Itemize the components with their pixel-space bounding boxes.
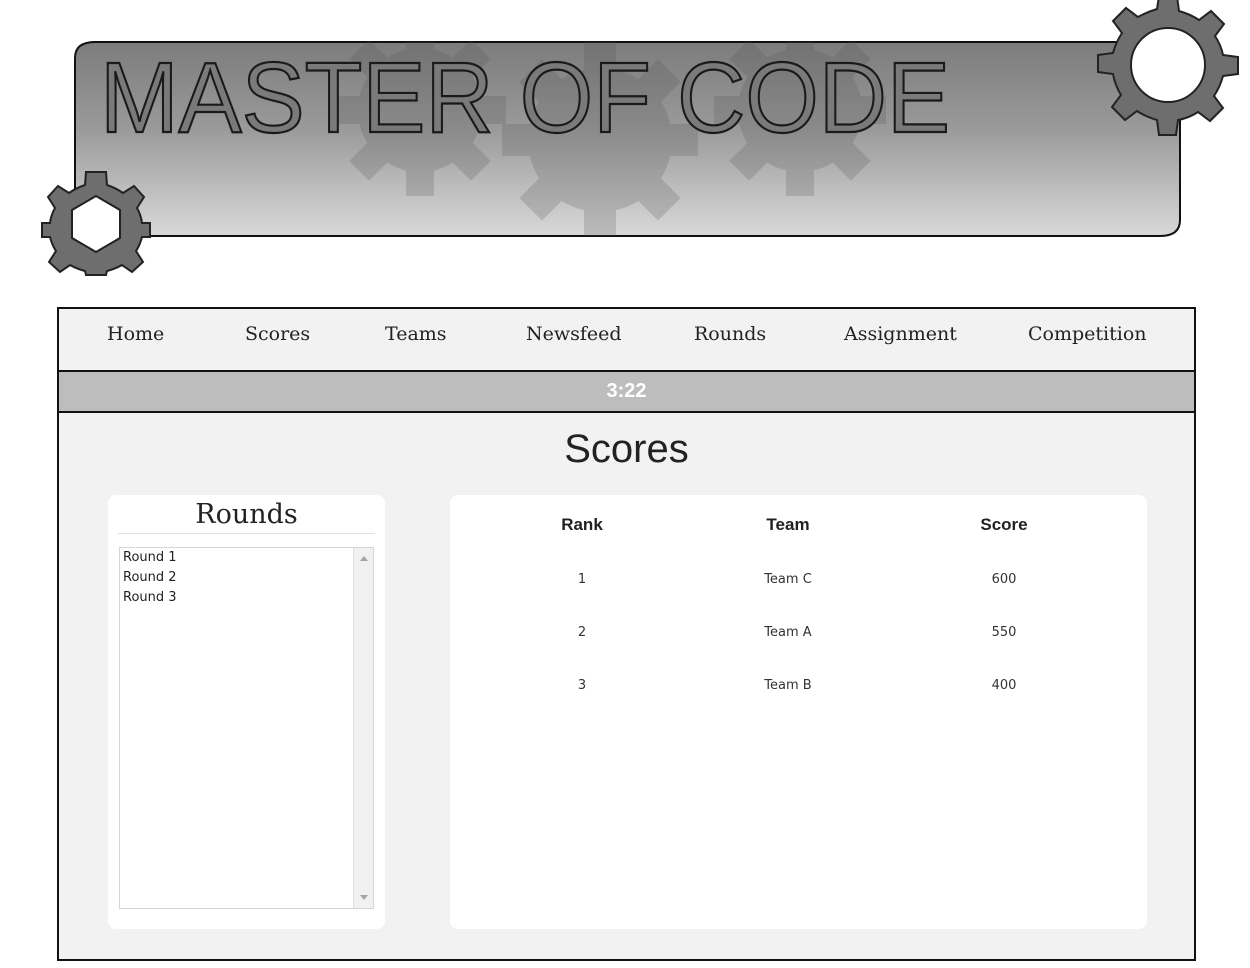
score-cell: 400	[991, 678, 1017, 693]
rounds-scrollbar[interactable]	[353, 548, 373, 908]
nav-item-competition[interactable]: Competition	[1028, 323, 1147, 345]
arrow-up-icon[interactable]	[360, 556, 368, 561]
team-cell: Team B	[764, 678, 812, 693]
scores-table: Rank Team Score 1 Team C 600 2 Team A 55…	[450, 495, 1147, 929]
rounds-list-item[interactable]: Round 2	[123, 570, 177, 585]
rounds-panel: Rounds Round 1 Round 2 Round 3	[108, 495, 385, 929]
main-nav: Home Scores Teams Newsfeed Rounds Assign…	[59, 309, 1194, 372]
timer-bar: 3:22	[59, 372, 1194, 413]
score-cell: 550	[991, 625, 1017, 640]
nav-item-home[interactable]: Home	[107, 323, 164, 345]
header-banner: MASTER OF CODE	[0, 0, 1250, 290]
main-frame: Home Scores Teams Newsfeed Rounds Assign…	[57, 307, 1196, 961]
rank-cell: 1	[577, 572, 587, 587]
column-header-score: Score	[980, 515, 1028, 534]
arrow-down-icon[interactable]	[360, 895, 368, 900]
page-title: Scores	[564, 427, 689, 471]
nav-item-assignment[interactable]: Assignment	[844, 323, 957, 345]
banner-title-container: MASTER OF CODE	[75, 40, 1180, 236]
countdown-timer: 3:22	[606, 380, 647, 402]
nav-item-teams[interactable]: Teams	[385, 323, 447, 345]
banner-title: MASTER OF CODE	[99, 41, 951, 150]
team-cell: Team C	[764, 572, 812, 587]
column-header-team: Team	[766, 515, 810, 534]
rounds-heading: Rounds	[118, 495, 375, 534]
team-cell: Team A	[764, 625, 812, 640]
rank-cell: 2	[577, 625, 587, 640]
score-cell: 600	[991, 572, 1017, 587]
column-header-rank: Rank	[561, 515, 603, 534]
rounds-list-item[interactable]: Round 1	[123, 550, 177, 565]
nav-item-newsfeed[interactable]: Newsfeed	[526, 323, 622, 345]
nav-item-rounds[interactable]: Rounds	[694, 323, 766, 345]
rounds-list-item[interactable]: Round 3	[123, 590, 177, 605]
nav-item-scores[interactable]: Scores	[245, 323, 310, 345]
rounds-listbox[interactable]: Round 1 Round 2 Round 3	[119, 547, 374, 909]
banner-title-text: MASTER OF CODE	[100, 42, 950, 150]
rank-cell: 3	[577, 678, 587, 693]
